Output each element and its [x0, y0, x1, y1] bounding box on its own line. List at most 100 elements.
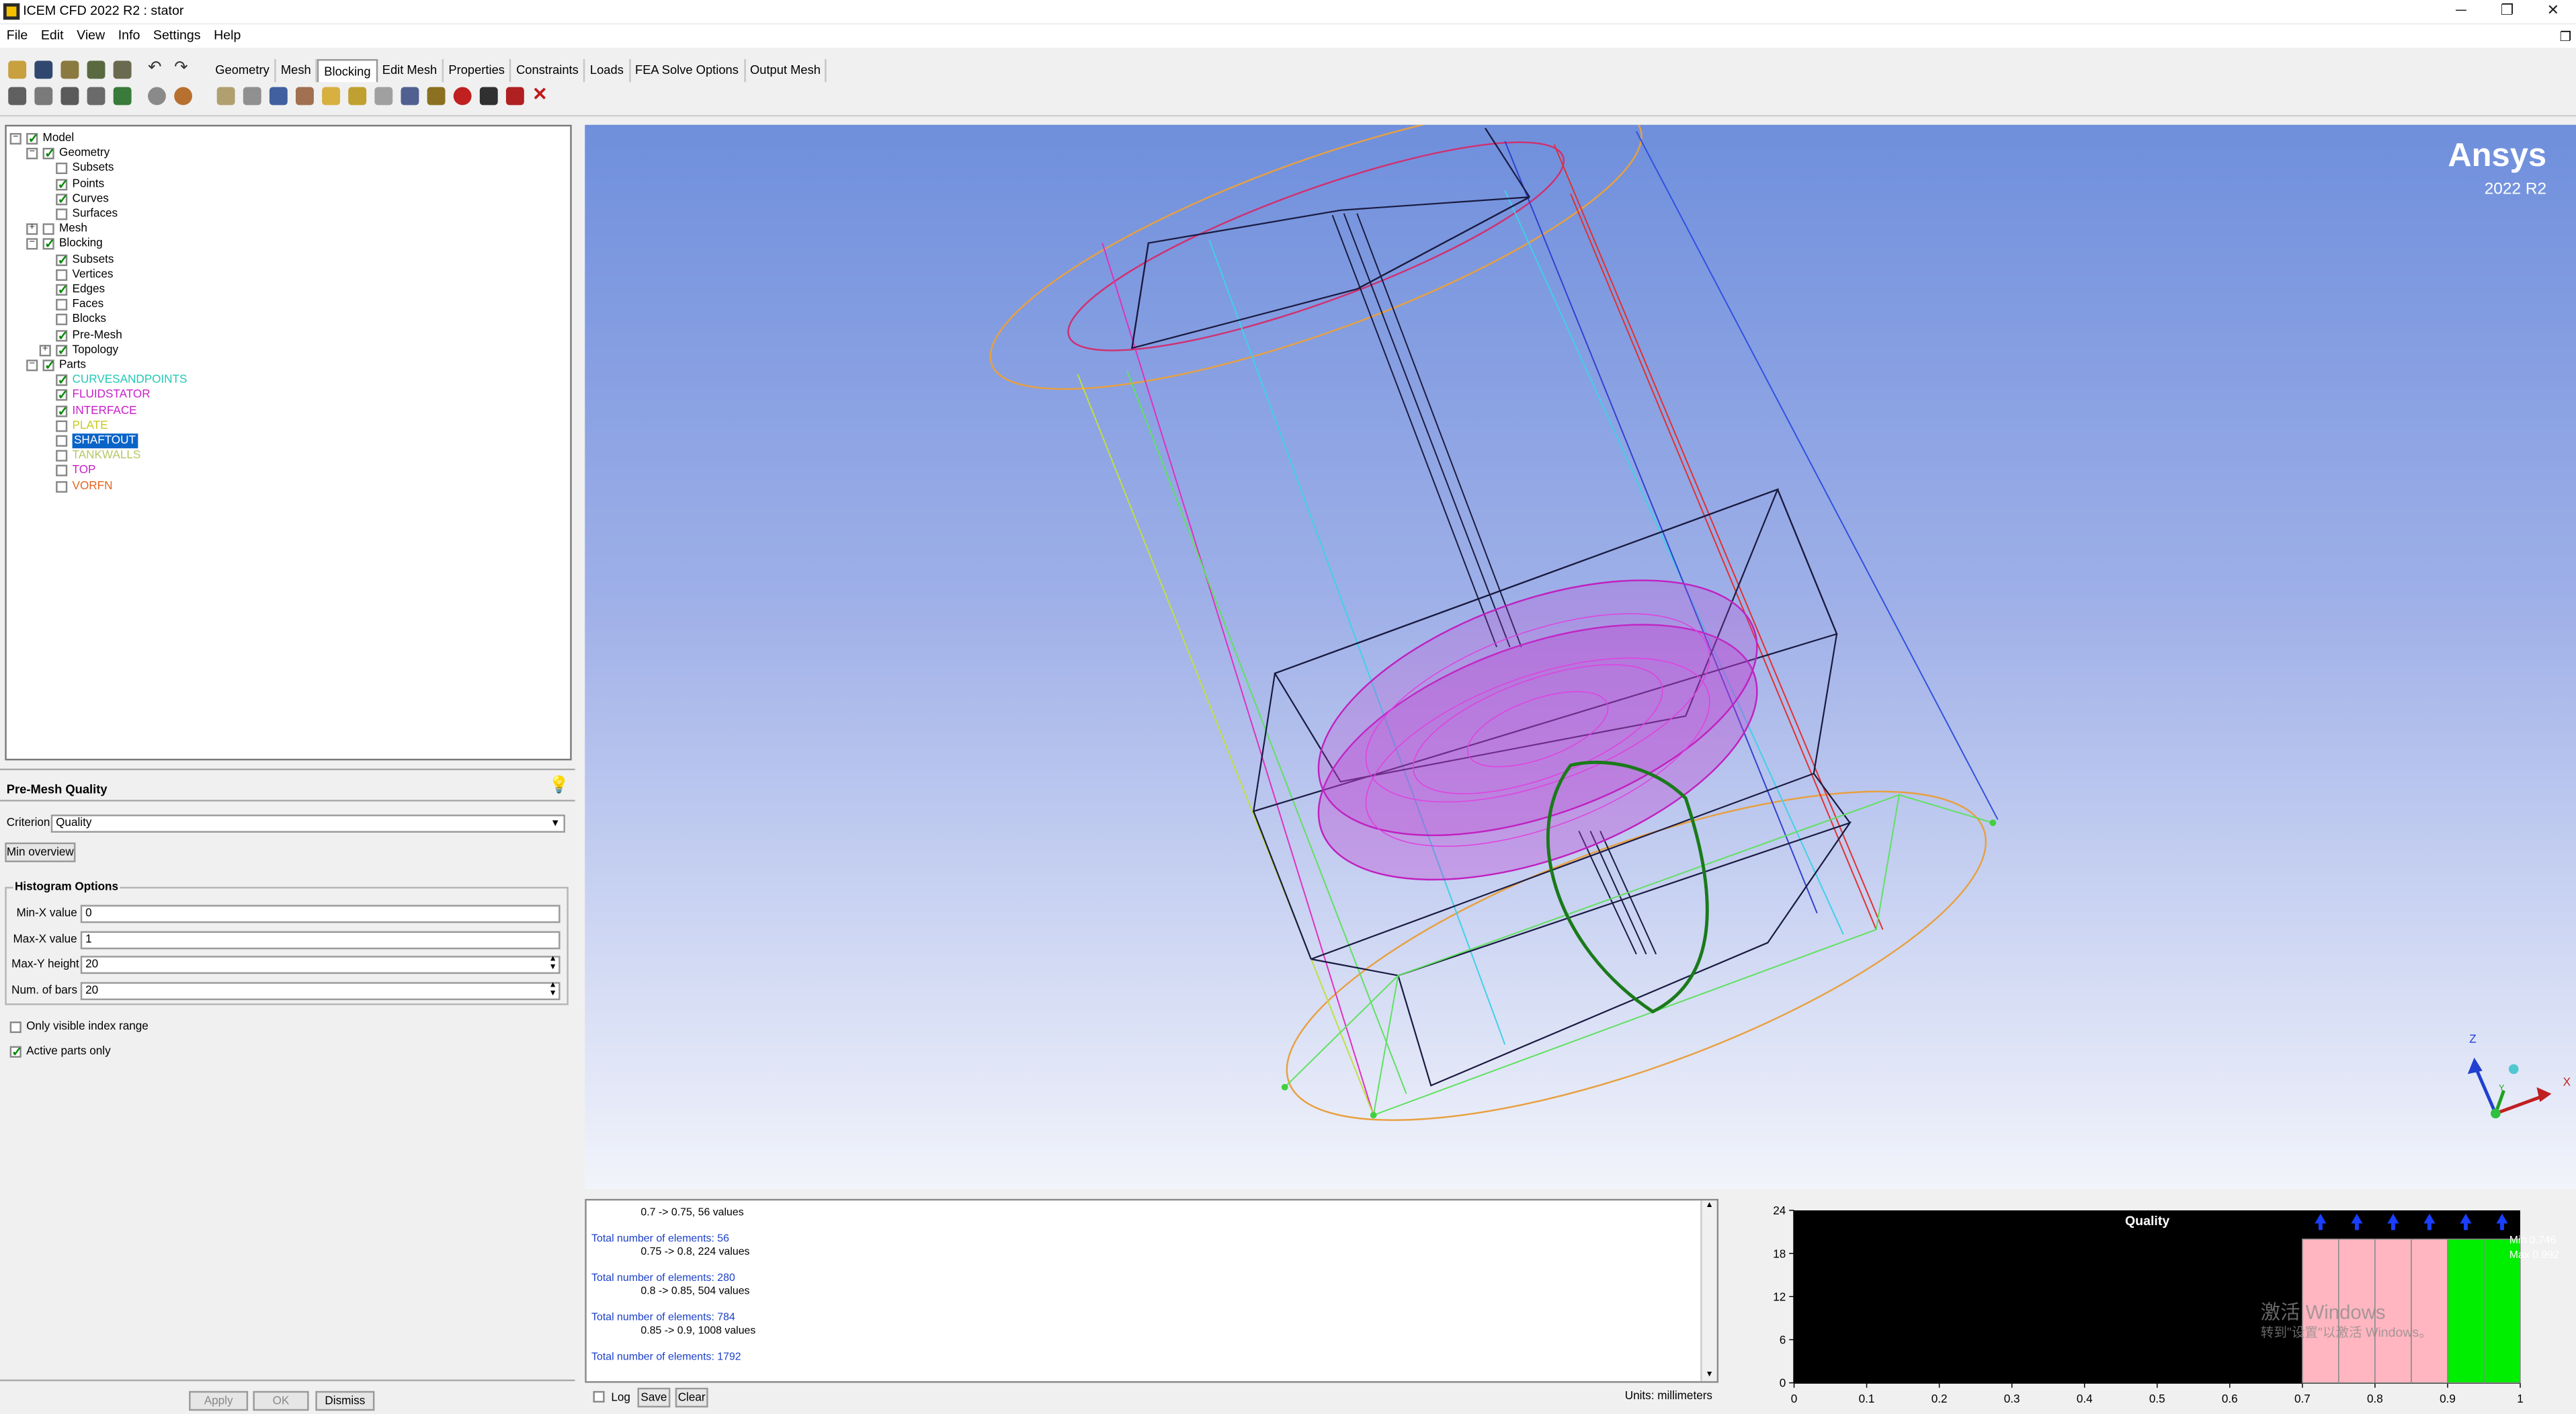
stepper-arrows-icon[interactable]: ▲ ▼: [549, 955, 557, 972]
tree-part-shaftout-checkbox[interactable]: [56, 435, 68, 447]
tree-geometry-surfaces-checkbox[interactable]: [56, 208, 68, 220]
message-scrollbar[interactable]: ▲ ▼: [1700, 1200, 1717, 1382]
premesh-params-icon[interactable]: [427, 87, 446, 106]
undo-icon[interactable]: ↶: [148, 60, 166, 79]
tree-part-curvesandpoints[interactable]: CURVESANDPOINTS: [7, 373, 565, 388]
tree-blocking-faces-checkbox[interactable]: [56, 299, 68, 311]
tab-blocking[interactable]: Blocking: [317, 58, 378, 83]
render-icon[interactable]: [174, 87, 193, 106]
tree-geometry-points-checkbox[interactable]: [56, 177, 69, 192]
tree-geometry-curves[interactable]: Curves: [7, 192, 565, 206]
wireframe-icon[interactable]: [87, 87, 106, 106]
tree-blocking-pre-mesh[interactable]: Pre-Mesh: [7, 328, 565, 343]
expand-toggle-icon[interactable]: −: [9, 132, 22, 145]
delete-block-icon[interactable]: ✕: [532, 86, 550, 106]
expand-toggle-icon[interactable]: −: [26, 239, 38, 251]
tree-geometry[interactable]: − Geometry: [7, 147, 565, 161]
tree-model[interactable]: − Model: [7, 131, 565, 146]
expand-toggle-icon[interactable]: +: [26, 223, 38, 235]
tree-blocking-subsets-checkbox[interactable]: [56, 252, 69, 267]
restore-button[interactable]: ❐: [2494, 1, 2520, 19]
min-x-field[interactable]: 0: [80, 905, 560, 923]
quality-histogram[interactable]: 0 6 12 18 24 0 0.1 0.2 0.3 0.4 0.5 0.6 0.7 0.8 0.9 1 Qua…: [1728, 1198, 2576, 1414]
tree-blocking-pre-mesh-checkbox[interactable]: [56, 328, 69, 343]
graphics-viewport[interactable]: Ansys 2022 R2 Z X Y: [585, 124, 2576, 1190]
move-vertex-icon[interactable]: [348, 87, 367, 106]
detach-icon[interactable]: ❐: [2560, 30, 2572, 44]
zoom-icon[interactable]: [34, 87, 53, 106]
tree-parts[interactable]: − Parts: [7, 358, 565, 373]
tree-blocking-blocks[interactable]: Blocks: [7, 313, 565, 327]
menu-view[interactable]: View: [70, 25, 112, 43]
tree-geometry-curves-checkbox[interactable]: [56, 192, 69, 206]
tab-output-mesh[interactable]: Output Mesh: [745, 58, 827, 83]
tree-geometry-points[interactable]: Points: [7, 177, 565, 192]
tab-properties[interactable]: Properties: [444, 58, 511, 83]
expand-toggle-icon[interactable]: −: [26, 148, 38, 160]
tree-part-interface-checkbox[interactable]: [56, 403, 69, 418]
shaded-icon[interactable]: [113, 87, 132, 106]
message-window[interactable]: ▲ ▼ 0.7 -> 0.75, 56 values Total number o…: [585, 1198, 1719, 1383]
tree-part-top[interactable]: TOP: [7, 464, 565, 479]
help-icon[interactable]: 💡: [548, 777, 569, 796]
edit-edge-icon[interactable]: [401, 87, 419, 106]
tree-part-shaftout[interactable]: SHAFTOUT: [7, 433, 565, 449]
tree-geometry-checkbox[interactable]: [42, 147, 55, 161]
menu-edit[interactable]: Edit: [34, 25, 70, 43]
tab-fea-solve-options[interactable]: FEA Solve Options: [630, 58, 745, 83]
expand-toggle-icon[interactable]: +: [39, 344, 51, 356]
tree-geometry-subsets[interactable]: Subsets: [7, 161, 565, 176]
import-icon[interactable]: [113, 60, 132, 79]
associate-icon[interactable]: [322, 87, 341, 106]
scroll-down-icon[interactable]: ▼: [1705, 1370, 1713, 1380]
tab-constraints[interactable]: Constraints: [511, 58, 585, 83]
scroll-up-icon[interactable]: ▲: [1705, 1200, 1713, 1210]
merge-vertices-icon[interactable]: [269, 87, 288, 106]
tab-mesh[interactable]: Mesh: [276, 58, 318, 83]
tree-blocking-edges[interactable]: Edges: [7, 282, 565, 297]
tree-model-checkbox[interactable]: [26, 131, 39, 146]
histogram-bar[interactable]: [2447, 1239, 2485, 1384]
menu-help[interactable]: Help: [207, 25, 247, 43]
tab-loads[interactable]: Loads: [585, 58, 630, 83]
tree-blocking-vertices-checkbox[interactable]: [56, 269, 68, 281]
redo-icon[interactable]: ↷: [174, 60, 192, 79]
tree-part-plate-checkbox[interactable]: [56, 420, 68, 432]
premesh-smooth-icon[interactable]: [479, 87, 498, 106]
tree-part-fluidstator[interactable]: FLUIDSTATOR: [7, 388, 565, 403]
tree-geometry-subsets-checkbox[interactable]: [56, 163, 68, 175]
edit-block-icon[interactable]: [296, 87, 314, 106]
tree-mesh[interactable]: + Mesh: [7, 222, 565, 237]
tree-blocking-blocks-checkbox[interactable]: [56, 314, 68, 326]
save-geometry-icon[interactable]: [87, 60, 106, 79]
menu-info[interactable]: Info: [112, 25, 147, 43]
max-x-field[interactable]: 1: [80, 931, 560, 950]
ok-button[interactable]: OK: [253, 1390, 309, 1411]
tree-blocking-subsets[interactable]: Subsets: [7, 252, 565, 267]
tree-part-curvesandpoints-checkbox[interactable]: [56, 373, 69, 388]
dismiss-button[interactable]: Dismiss: [315, 1390, 375, 1411]
split-block-icon[interactable]: [243, 87, 261, 106]
tree-blocking-topology-checkbox[interactable]: [56, 343, 69, 358]
clear-button[interactable]: Clear: [675, 1387, 708, 1408]
tree-mesh-checkbox[interactable]: [42, 223, 54, 235]
tree-part-top-checkbox[interactable]: [56, 465, 68, 477]
active-parts-checkbox[interactable]: [9, 1044, 22, 1059]
tree-part-fluidstator-checkbox[interactable]: [56, 388, 69, 403]
view-icon[interactable]: [148, 87, 166, 106]
premesh-quality-icon[interactable]: [453, 87, 472, 106]
expand-toggle-icon[interactable]: −: [26, 360, 38, 372]
save-button[interactable]: Save: [637, 1387, 671, 1408]
tab-geometry[interactable]: Geometry: [210, 58, 276, 83]
stepper-arrows-icon[interactable]: ▲ ▼: [549, 981, 557, 998]
close-button[interactable]: ✕: [2540, 1, 2566, 19]
tab-edit-mesh[interactable]: Edit Mesh: [377, 58, 444, 83]
num-bars-stepper[interactable]: 20 ▲ ▼: [80, 981, 560, 1001]
log-checkbox[interactable]: [593, 1390, 605, 1403]
tree-part-vorfn[interactable]: VORFN: [7, 479, 565, 494]
open-geometry-icon[interactable]: [60, 60, 79, 79]
minimize-button[interactable]: ─: [2448, 1, 2474, 17]
tree-part-vorfn-checkbox[interactable]: [56, 481, 68, 493]
criterion-select[interactable]: Quality ▼: [50, 815, 565, 833]
tree-blocking-topology[interactable]: + Topology: [19, 343, 578, 358]
